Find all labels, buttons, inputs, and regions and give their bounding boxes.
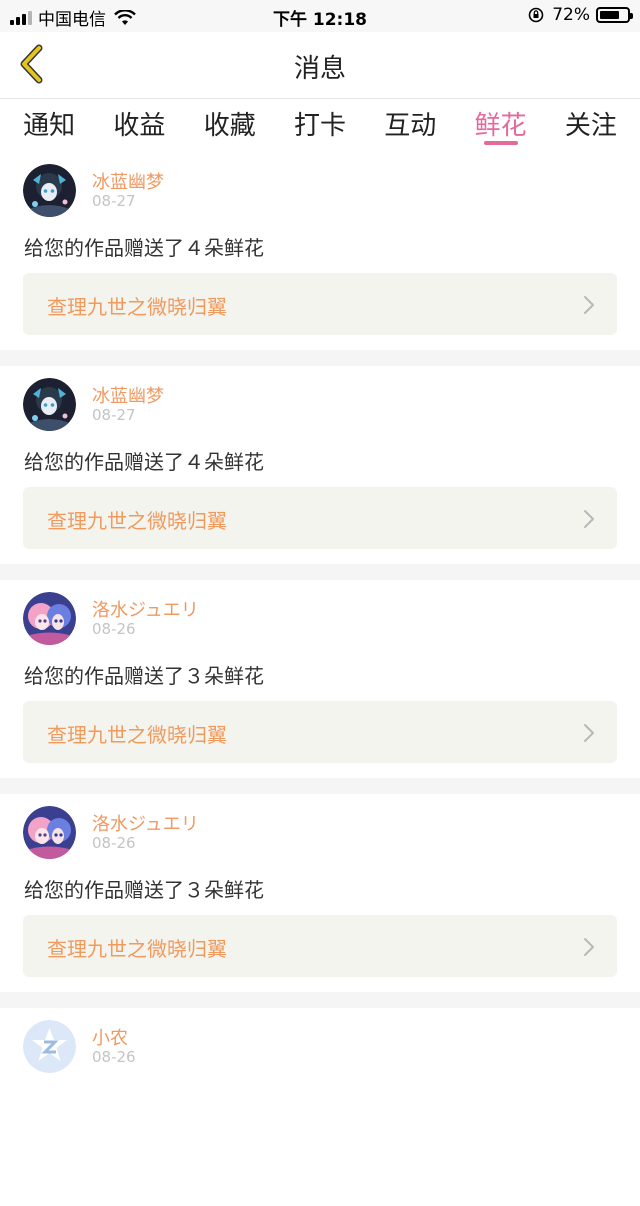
carrier-name: 中国电信 xyxy=(38,10,106,30)
tab-0[interactable]: 通知 xyxy=(9,99,89,151)
battery-icon xyxy=(596,7,633,23)
message-date: 08-26 xyxy=(92,834,136,852)
card-divider xyxy=(0,564,640,580)
chevron-left-icon xyxy=(20,44,43,84)
username[interactable]: 小农 xyxy=(92,1024,128,1050)
work-link[interactable]: 查理九世之微晓归翼 xyxy=(23,487,617,549)
back-button[interactable] xyxy=(10,42,54,86)
card-divider xyxy=(0,778,640,794)
message-date: 08-27 xyxy=(92,192,136,210)
username[interactable]: 洛水ジュエリ xyxy=(92,810,199,836)
message-date: 08-27 xyxy=(92,406,136,424)
username[interactable]: 冰蓝幽梦 xyxy=(92,168,164,194)
tab-4[interactable]: 互动 xyxy=(370,99,450,151)
work-link[interactable]: 查理九世之微晓归翼 xyxy=(23,701,617,763)
username[interactable]: 洛水ジュエリ xyxy=(92,596,199,622)
message-date: 08-26 xyxy=(92,620,136,638)
tab-5[interactable]: 鲜花 xyxy=(461,99,541,151)
chevron-right-icon xyxy=(584,938,594,956)
message-card: 小农 08-26 xyxy=(0,1008,640,1206)
card-divider xyxy=(0,350,640,366)
work-link-title: 查理九世之微晓归翼 xyxy=(47,509,227,533)
message-list: 冰蓝幽梦 08-27 给您的作品赠送了４朵鲜花 查理九世之微晓归翼 冰蓝幽梦 08-27 给… xyxy=(0,152,640,1206)
nav-bar: 消息 xyxy=(0,32,640,99)
message-text: 给您的作品赠送了３朵鲜花 xyxy=(24,878,264,902)
chevron-right-icon xyxy=(584,724,594,742)
username[interactable]: 冰蓝幽梦 xyxy=(92,382,164,408)
wifi-icon xyxy=(114,9,136,25)
tab-1[interactable]: 收益 xyxy=(99,99,179,151)
status-bar: 中国电信 下午 12:18 72% xyxy=(0,0,640,32)
message-card: 洛水ジュエリ 08-26 给您的作品赠送了３朵鲜花查理九世之微晓归翼 xyxy=(0,794,640,992)
chevron-right-icon xyxy=(584,296,594,314)
status-bar-right: 72% xyxy=(528,5,633,25)
tab-3[interactable]: 打卡 xyxy=(280,99,360,151)
message-text: 给您的作品赠送了３朵鲜花 xyxy=(24,664,264,688)
work-link[interactable]: 查理九世之微晓归翼 xyxy=(23,915,617,977)
tab-2[interactable]: 收藏 xyxy=(190,99,270,151)
tab-6[interactable]: 关注 xyxy=(551,99,631,151)
message-date: 08-26 xyxy=(92,1048,136,1066)
battery-fill xyxy=(600,11,619,19)
work-link-title: 查理九世之微晓归翼 xyxy=(47,937,227,961)
chevron-right-icon xyxy=(584,510,594,528)
battery-percent: 72% xyxy=(552,5,590,25)
work-link-title: 查理九世之微晓归翼 xyxy=(47,295,227,319)
message-text: 给您的作品赠送了４朵鲜花 xyxy=(24,450,264,474)
message-card: 冰蓝幽梦 08-27 给您的作品赠送了４朵鲜花查理九世之微晓归翼 xyxy=(0,366,640,564)
message-text: 给您的作品赠送了４朵鲜花 xyxy=(24,236,264,260)
page-title: 消息 xyxy=(293,54,346,84)
card-divider xyxy=(0,992,640,1008)
work-link[interactable]: 查理九世之微晓归翼 xyxy=(23,273,617,335)
avatar[interactable] xyxy=(23,1020,76,1073)
avatar[interactable] xyxy=(23,378,76,431)
signal-icon xyxy=(10,10,32,25)
avatar[interactable] xyxy=(23,592,76,645)
avatar[interactable] xyxy=(23,164,76,217)
work-link-title: 查理九世之微晓归翼 xyxy=(47,723,227,747)
tab-bar: 通知 收益 收藏 打卡 互动 鲜花 关注 xyxy=(0,99,640,151)
message-card: 冰蓝幽梦 08-27 给您的作品赠送了４朵鲜花查理九世之微晓归翼 xyxy=(0,152,640,350)
message-card: 洛水ジュエリ 08-26 给您的作品赠送了３朵鲜花查理九世之微晓归翼 xyxy=(0,580,640,778)
orientation-lock-icon xyxy=(528,7,544,23)
status-bar-left: 中国电信 xyxy=(10,5,136,30)
avatar[interactable] xyxy=(23,806,76,859)
